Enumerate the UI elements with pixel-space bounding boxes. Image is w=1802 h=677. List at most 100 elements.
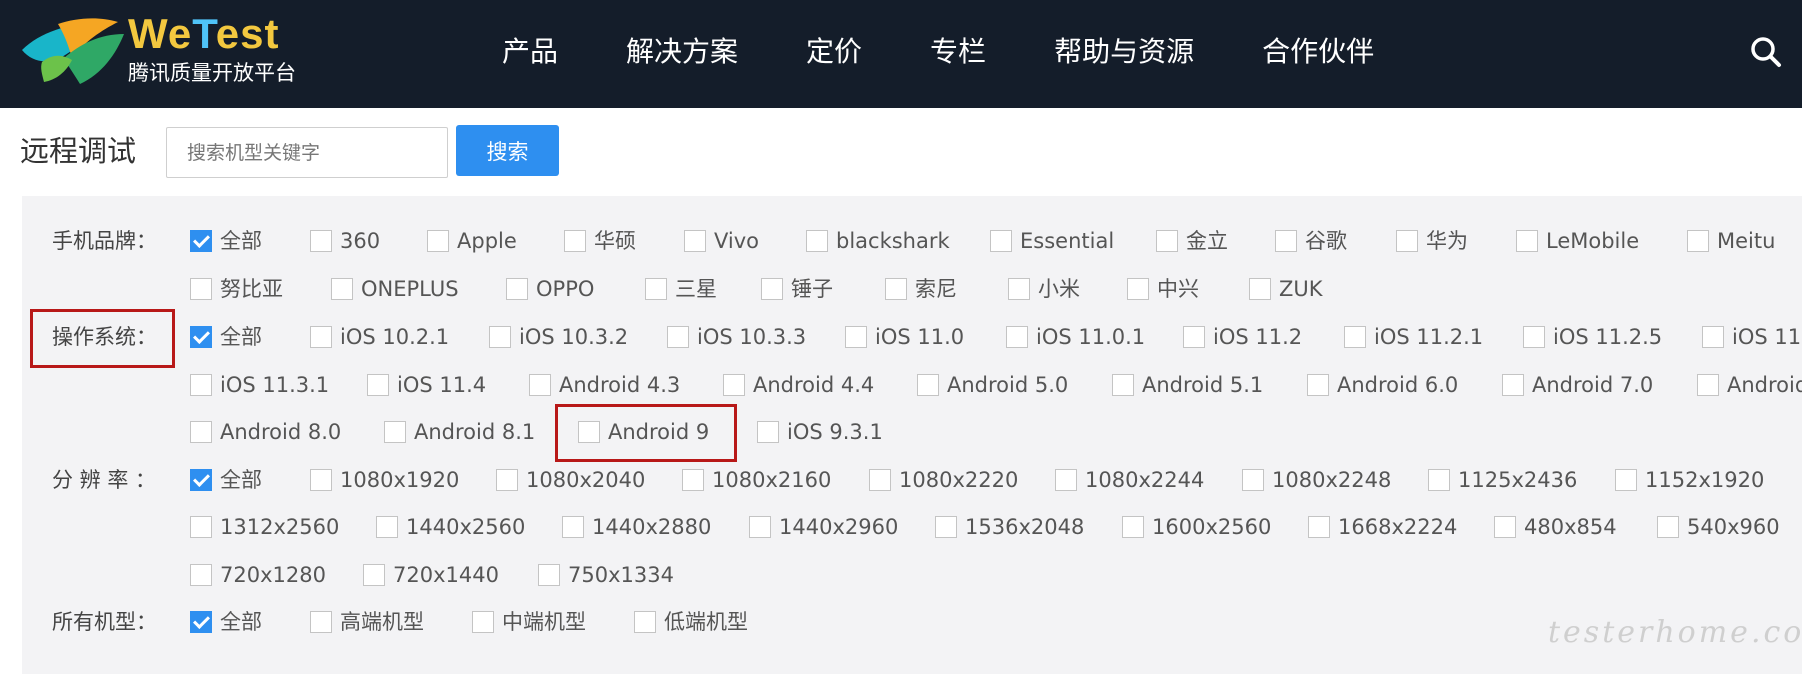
search-icon[interactable] <box>1750 36 1782 68</box>
resolution-option-720x1280[interactable]: 720x1280 <box>190 560 326 590</box>
checkbox[interactable] <box>376 516 398 538</box>
brand-option-oppo[interactable]: OPPO <box>506 274 594 304</box>
checkbox[interactable] <box>1687 230 1709 252</box>
nav-item-products[interactable]: 产品 <box>502 30 558 74</box>
checkbox[interactable] <box>1702 326 1724 348</box>
model-option-item-1[interactable]: 高端机型 <box>310 607 424 637</box>
wetest-logo-icon[interactable] <box>20 14 130 86</box>
checkbox[interactable] <box>1112 374 1134 396</box>
os-option-android-7-1[interactable]: Android 7.1 <box>1697 370 1802 400</box>
brand-option-vivo[interactable]: Vivo <box>684 226 759 256</box>
checkbox[interactable] <box>310 230 332 252</box>
os-option-ios-11-4[interactable]: iOS 11.4 <box>367 370 486 400</box>
checkbox[interactable] <box>190 326 212 348</box>
checkbox[interactable] <box>367 374 389 396</box>
brand-option-item-9[interactable]: 华为 <box>1396 226 1468 256</box>
brand[interactable]: WeTest 腾讯质量开放平台 <box>128 10 296 86</box>
model-option-item-0[interactable]: 全部 <box>190 607 262 637</box>
checkbox[interactable] <box>682 469 704 491</box>
resolution-option-1536x2048[interactable]: 1536x2048 <box>935 512 1084 542</box>
nav-item-help[interactable]: 帮助与资源 <box>1054 30 1194 74</box>
checkbox[interactable] <box>1055 469 1077 491</box>
os-option-ios-11-3[interactable]: iOS 11.3 <box>1702 322 1802 352</box>
brand-option-item-15[interactable]: 三星 <box>645 274 717 304</box>
brand-option-oneplus[interactable]: ONEPLUS <box>331 274 459 304</box>
resolution-option-750x1334[interactable]: 750x1334 <box>538 560 674 590</box>
checkbox[interactable] <box>806 230 828 252</box>
checkbox[interactable] <box>1615 469 1637 491</box>
checkbox[interactable] <box>1275 230 1297 252</box>
resolution-option-1080x2220[interactable]: 1080x2220 <box>869 465 1018 495</box>
checkbox[interactable] <box>885 278 907 300</box>
brand-option-item-3[interactable]: 华硕 <box>564 226 636 256</box>
os-option-ios-11-0-1[interactable]: iOS 11.0.1 <box>1006 322 1145 352</box>
os-option-android-4-3[interactable]: Android 4.3 <box>529 370 680 400</box>
brand-option-blackshark[interactable]: blackshark <box>806 226 950 256</box>
resolution-option-720x1440[interactable]: 720x1440 <box>363 560 499 590</box>
checkbox[interactable] <box>684 230 706 252</box>
checkbox[interactable] <box>190 278 212 300</box>
checkbox[interactable] <box>990 230 1012 252</box>
model-option-item-3[interactable]: 低端机型 <box>634 607 748 637</box>
checkbox[interactable] <box>310 469 332 491</box>
checkbox[interactable] <box>331 278 353 300</box>
checkbox[interactable] <box>667 326 689 348</box>
checkbox[interactable] <box>1307 374 1329 396</box>
os-option-ios-11-2-5[interactable]: iOS 11.2.5 <box>1523 322 1662 352</box>
checkbox[interactable] <box>1494 516 1516 538</box>
checkbox[interactable] <box>496 469 518 491</box>
brand-option-item-7[interactable]: 金立 <box>1156 226 1228 256</box>
checkbox[interactable] <box>538 564 560 586</box>
resolution-option-480x854[interactable]: 480x854 <box>1494 512 1617 542</box>
checkbox[interactable] <box>1344 326 1366 348</box>
checkbox[interactable] <box>562 516 584 538</box>
brand-option-item-12[interactable]: 努比亚 <box>190 274 283 304</box>
checkbox[interactable] <box>1697 374 1719 396</box>
nav-item-column[interactable]: 专栏 <box>930 30 986 74</box>
resolution-option-1440x2880[interactable]: 1440x2880 <box>562 512 711 542</box>
checkbox[interactable] <box>869 469 891 491</box>
checkbox[interactable] <box>529 374 551 396</box>
os-option-ios-9-3-1[interactable]: iOS 9.3.1 <box>757 417 883 447</box>
checkbox[interactable] <box>489 326 511 348</box>
checkbox[interactable] <box>1127 278 1149 300</box>
model-option-item-2[interactable]: 中端机型 <box>472 607 586 637</box>
os-option-item-0[interactable]: 全部 <box>190 322 262 352</box>
search-button[interactable]: 搜索 <box>456 125 559 176</box>
checkbox[interactable] <box>723 374 745 396</box>
checkbox[interactable] <box>917 374 939 396</box>
resolution-option-540x960[interactable]: 540x960 <box>1657 512 1780 542</box>
search-input[interactable] <box>166 127 448 178</box>
resolution-option-1312x2560[interactable]: 1312x2560 <box>190 512 339 542</box>
resolution-option-item-0[interactable]: 全部 <box>190 465 262 495</box>
checkbox[interactable] <box>427 230 449 252</box>
checkbox[interactable] <box>1249 278 1271 300</box>
checkbox[interactable] <box>1008 278 1030 300</box>
brand-option-item-19[interactable]: 中兴 <box>1127 274 1199 304</box>
brand-option-zuk[interactable]: ZUK <box>1249 274 1323 304</box>
resolution-option-1080x1920[interactable]: 1080x1920 <box>310 465 459 495</box>
resolution-option-1440x2560[interactable]: 1440x2560 <box>376 512 525 542</box>
os-option-android-8-0[interactable]: Android 8.0 <box>190 417 341 447</box>
checkbox[interactable] <box>1308 516 1330 538</box>
brand-option-item-8[interactable]: 谷歌 <box>1275 226 1347 256</box>
checkbox[interactable] <box>1183 326 1205 348</box>
os-option-android-5-1[interactable]: Android 5.1 <box>1112 370 1263 400</box>
checkbox[interactable] <box>472 611 494 633</box>
resolution-option-1080x2248[interactable]: 1080x2248 <box>1242 465 1391 495</box>
os-option-ios-10-3-3[interactable]: iOS 10.3.3 <box>667 322 806 352</box>
os-option-android-8-1[interactable]: Android 8.1 <box>384 417 535 447</box>
resolution-option-1600x2560[interactable]: 1600x2560 <box>1122 512 1271 542</box>
os-option-ios-11-3-1[interactable]: iOS 11.3.1 <box>190 370 329 400</box>
checkbox[interactable] <box>1502 374 1524 396</box>
resolution-option-1080x2244[interactable]: 1080x2244 <box>1055 465 1204 495</box>
brand-option-item-16[interactable]: 锤子 <box>761 274 833 304</box>
brand-option-item-0[interactable]: 全部 <box>190 226 262 256</box>
os-option-android-4-4[interactable]: Android 4.4 <box>723 370 874 400</box>
checkbox[interactable] <box>363 564 385 586</box>
os-option-ios-10-3-2[interactable]: iOS 10.3.2 <box>489 322 628 352</box>
checkbox[interactable] <box>1396 230 1418 252</box>
resolution-option-1080x2160[interactable]: 1080x2160 <box>682 465 831 495</box>
checkbox[interactable] <box>506 278 528 300</box>
checkbox[interactable] <box>757 421 779 443</box>
